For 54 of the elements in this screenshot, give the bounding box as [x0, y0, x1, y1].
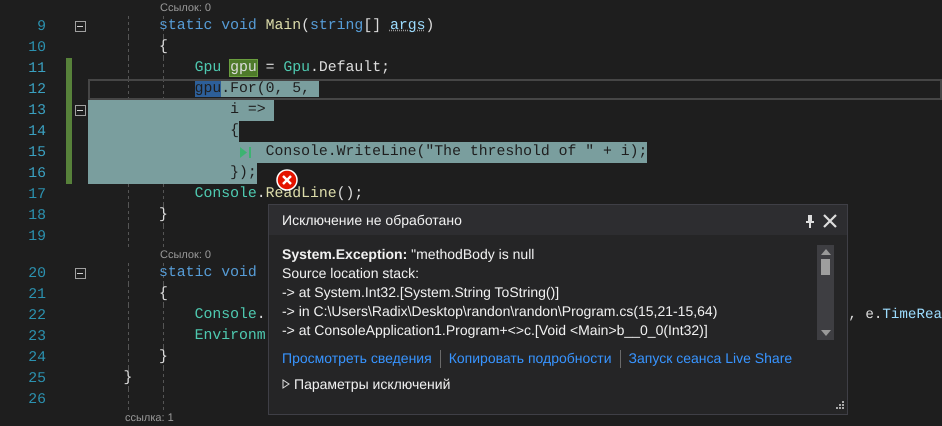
- code-line: Gpu gpu = Gpu.Default;: [194, 59, 390, 78]
- scroll-thumb[interactable]: [821, 259, 830, 275]
- code-line: {: [158, 38, 168, 57]
- reference-count[interactable]: Ссылок: 0: [160, 246, 212, 264]
- pin-button[interactable]: [805, 212, 815, 228]
- line-number: 9: [36, 18, 46, 34]
- detail-line: -> in C:\Users\Radix\Desktop\randon\randon\Program.cs(15,21-15,64): [282, 302, 718, 321]
- caret-icon[interactable]: [282, 379, 290, 389]
- line-number: 20: [27, 266, 46, 282]
- line-number: 24: [27, 350, 46, 366]
- detail-line: System.Exception: "methodBody is null: [282, 245, 536, 264]
- line-number: 15: [27, 144, 46, 160]
- collapse-icon[interactable]: [74, 105, 86, 116]
- reference-count[interactable]: ссылка: 1: [125, 410, 174, 426]
- collapse-icon[interactable]: [74, 21, 86, 32]
- line-number: 23: [27, 328, 46, 344]
- line-number: 21: [27, 286, 46, 302]
- code-line: Console.: [194, 306, 266, 325]
- code-line: Console.ReadLine();: [194, 185, 364, 204]
- line-number: 14: [27, 124, 46, 140]
- scrollbar[interactable]: [817, 245, 834, 340]
- code-line: Environm: [194, 327, 266, 346]
- code-line: static void Main(string[] args): [158, 17, 434, 36]
- popup-title: Исключение не обработано: [282, 210, 463, 230]
- code-line: }: [158, 206, 168, 225]
- detail-line: Source location stack:: [282, 264, 420, 283]
- settings-expander[interactable]: Параметры исключений: [282, 377, 450, 391]
- code-line: static void: [158, 264, 257, 283]
- scroll-down-icon[interactable]: [820, 330, 830, 336]
- link[interactable]: Запуск сеанса Live Share: [628, 348, 792, 369]
- link[interactable]: Просмотреть сведения: [282, 348, 432, 369]
- code-line: , e.TimeRea: [848, 306, 942, 325]
- line-number: 26: [27, 392, 46, 408]
- line-number: 17: [27, 186, 46, 202]
- detail-line: -> at System.Int32.[System.String ToString()]: [282, 283, 560, 302]
- line-number: 13: [27, 102, 46, 118]
- line-number: 11: [27, 60, 46, 76]
- link[interactable]: Копировать подробности: [448, 348, 612, 369]
- code-line: {: [158, 285, 168, 304]
- line-number: 16: [27, 166, 46, 182]
- line-number: 19: [27, 228, 46, 244]
- line-number: 12: [27, 82, 46, 98]
- scroll-up-icon[interactable]: [820, 249, 830, 255]
- line-number: 22: [27, 308, 46, 324]
- code-line: }: [122, 369, 132, 388]
- line-number: 18: [27, 208, 46, 224]
- close-button[interactable]: [823, 212, 837, 228]
- code-line: gpu.For(0, 5,: [88, 79, 319, 100]
- code-line: }: [158, 348, 168, 367]
- detail-line: -> at ConsoleApplication1.Program+<>c.[Void <Main>b__0_0(Int32)]: [282, 321, 709, 340]
- collapse-icon[interactable]: [74, 268, 86, 279]
- line-number: 25: [27, 370, 46, 386]
- line-number: 10: [27, 40, 46, 56]
- reference-count[interactable]: Ссылок: 0: [160, 0, 212, 16]
